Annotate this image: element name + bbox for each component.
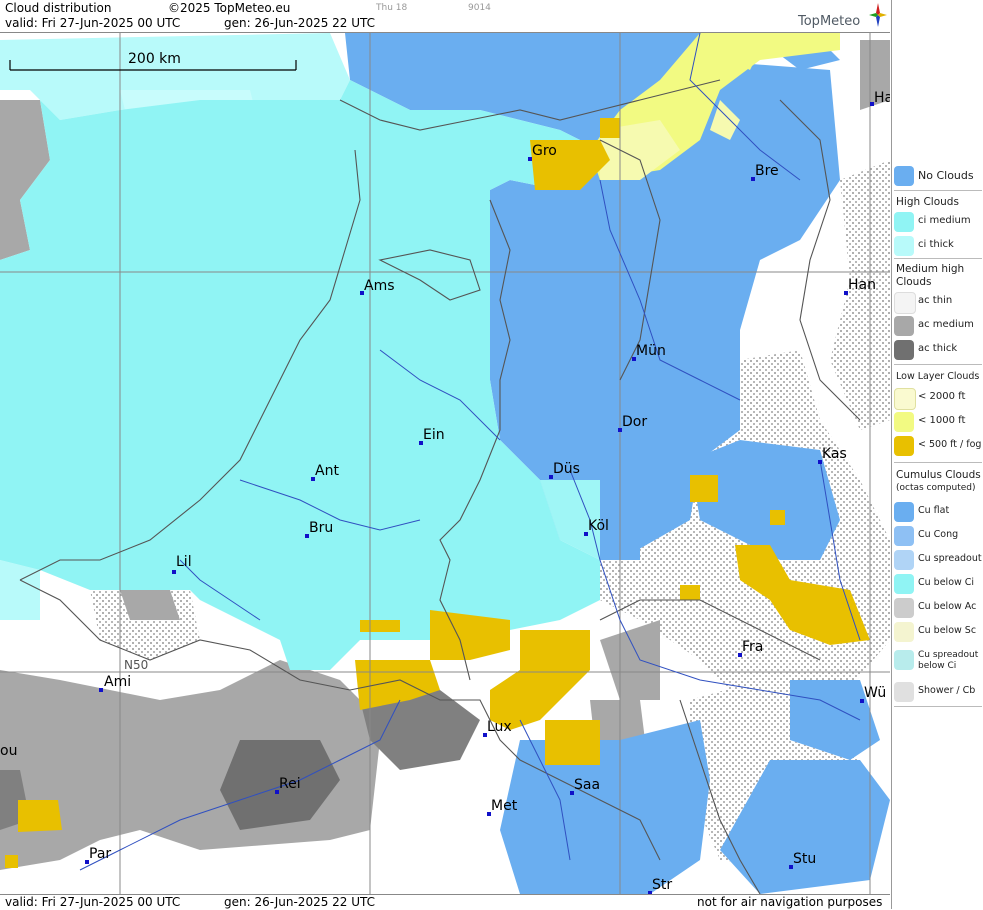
legend-ci-thick: ci thick [892, 234, 983, 258]
city-marker[interactable]: Ams [360, 278, 395, 295]
scale-bar-label: 200 km [128, 51, 181, 67]
header-chip-day: Thu 18 [376, 3, 408, 13]
city-marker[interactable]: Lil [172, 554, 192, 574]
swatch-cu-cong [894, 526, 914, 546]
city-marker[interactable]: Dor [618, 414, 647, 432]
city-marker[interactable]: Bre [751, 163, 779, 181]
swatch-cu-spread [894, 550, 914, 570]
city-marker[interactable]: Ein [419, 427, 445, 445]
legend-cu-subheading: (octas computed) [896, 483, 976, 493]
city-marker[interactable]: Par [85, 846, 111, 864]
city-marker[interactable]: Fra [738, 639, 763, 657]
swatch-ci-thick [894, 236, 914, 256]
swatch-cu-below-sc [894, 622, 914, 642]
generated-time: gen: 26-Jun-2025 22 UTC [224, 16, 376, 30]
city-marker[interactable]: Stu [789, 851, 816, 869]
footer-generated-time: gen: 26-Jun-2025 22 UTC [224, 895, 376, 909]
legend-cu-heading: Cumulus Clouds [896, 469, 981, 481]
map-header: Cloud distribution ©2025 TopMeteo.eu Thu… [0, 0, 890, 33]
swatch-cu-spread-below-ci [894, 650, 914, 670]
legend-cu-spread: Cu spreadout [892, 548, 983, 572]
city-marker[interactable]: Düs [549, 461, 580, 479]
city-marker[interactable]: Saa [570, 777, 600, 795]
disclaimer-text: not for air navigation purposes [697, 895, 883, 909]
city-marker[interactable]: Wü [860, 685, 886, 703]
city-marker[interactable]: Str [648, 877, 672, 894]
legend-low-heading: Low Layer Clouds [896, 371, 980, 382]
swatch-low-2000 [894, 388, 916, 410]
legend-medium-heading-2: Clouds [896, 276, 932, 288]
legend-ac-thin: ac thin [892, 290, 983, 314]
swatch-shower [894, 682, 914, 702]
city-marker[interactable]: Kas [818, 446, 847, 464]
legend-high-heading: High Clouds [896, 196, 959, 208]
city-marker[interactable]: Gro [528, 143, 557, 161]
city-marker[interactable]: Lux [483, 719, 512, 737]
legend-ac-thick: ac thick [892, 338, 983, 362]
compass-logo-icon [869, 3, 887, 27]
legend-cu-below-ci: Cu below Ci [892, 572, 983, 596]
swatch-ac-thick [894, 340, 914, 360]
city-marker[interactable]: Ha [870, 90, 890, 106]
city-marker[interactable]: Han [844, 277, 876, 295]
swatch-cu-below-ac [894, 598, 914, 618]
legend-shower: Shower / Cb [892, 680, 983, 704]
city-marker[interactable]: Bru [305, 520, 333, 538]
footer-valid-time: valid: Fri 27-Jun-2025 00 UTC [5, 895, 181, 909]
legend-low-1000: < 1000 ft [892, 410, 983, 434]
city-marker[interactable]: Köl [584, 518, 609, 536]
cloud-map[interactable]: 200 km N50 Ha Gro Bre Ams Han Mün Ein Do… [0, 33, 890, 894]
swatch-low-1000 [894, 412, 914, 432]
legend-cu-spread-below-ci: Cu spreadout below Ci [892, 648, 983, 678]
swatch-cu-flat [894, 502, 914, 522]
legend-cu-cong: Cu Cong [892, 524, 983, 548]
city-marker[interactable]: ou [0, 743, 17, 759]
city-marker[interactable]: Mün [632, 343, 666, 361]
cloud-legend: No Clouds High Clouds ci medium ci thick… [891, 0, 983, 909]
city-marker[interactable]: Met [487, 798, 517, 816]
header-chip-code: 9014 [468, 3, 491, 13]
topmeteo-logo-text: TopMeteo [798, 14, 861, 29]
legend-low-2000: < 2000 ft [892, 386, 983, 410]
city-marker[interactable]: Ami [99, 674, 131, 692]
map-footer: valid: Fri 27-Jun-2025 00 UTC gen: 26-Ju… [0, 894, 890, 910]
legend-no-clouds: No Clouds [892, 164, 983, 188]
legend-medium-heading-1: Medium high [896, 263, 965, 275]
swatch-no-clouds [894, 166, 914, 186]
valid-time: valid: Fri 27-Jun-2025 00 UTC [5, 16, 181, 30]
legend-low-500: < 500 ft / fog [892, 434, 983, 458]
legend-cu-below-ac: Cu below Ac [892, 596, 983, 620]
map-title: Cloud distribution [5, 1, 112, 15]
swatch-ac-thin [894, 292, 916, 314]
swatch-low-500 [894, 436, 914, 456]
swatch-cu-below-ci [894, 574, 914, 594]
city-marker[interactable]: Ant [311, 463, 339, 481]
legend-cu-flat: Cu flat [892, 500, 983, 524]
legend-ac-medium: ac medium [892, 314, 983, 338]
copyright-text: ©2025 TopMeteo.eu [168, 1, 291, 15]
swatch-ci-medium [894, 212, 914, 232]
latitude-label: N50 [124, 658, 149, 672]
legend-cu-below-sc: Cu below Sc [892, 620, 983, 644]
city-marker[interactable]: Rei [275, 776, 301, 794]
legend-ci-medium: ci medium [892, 210, 983, 234]
swatch-ac-medium [894, 316, 914, 336]
